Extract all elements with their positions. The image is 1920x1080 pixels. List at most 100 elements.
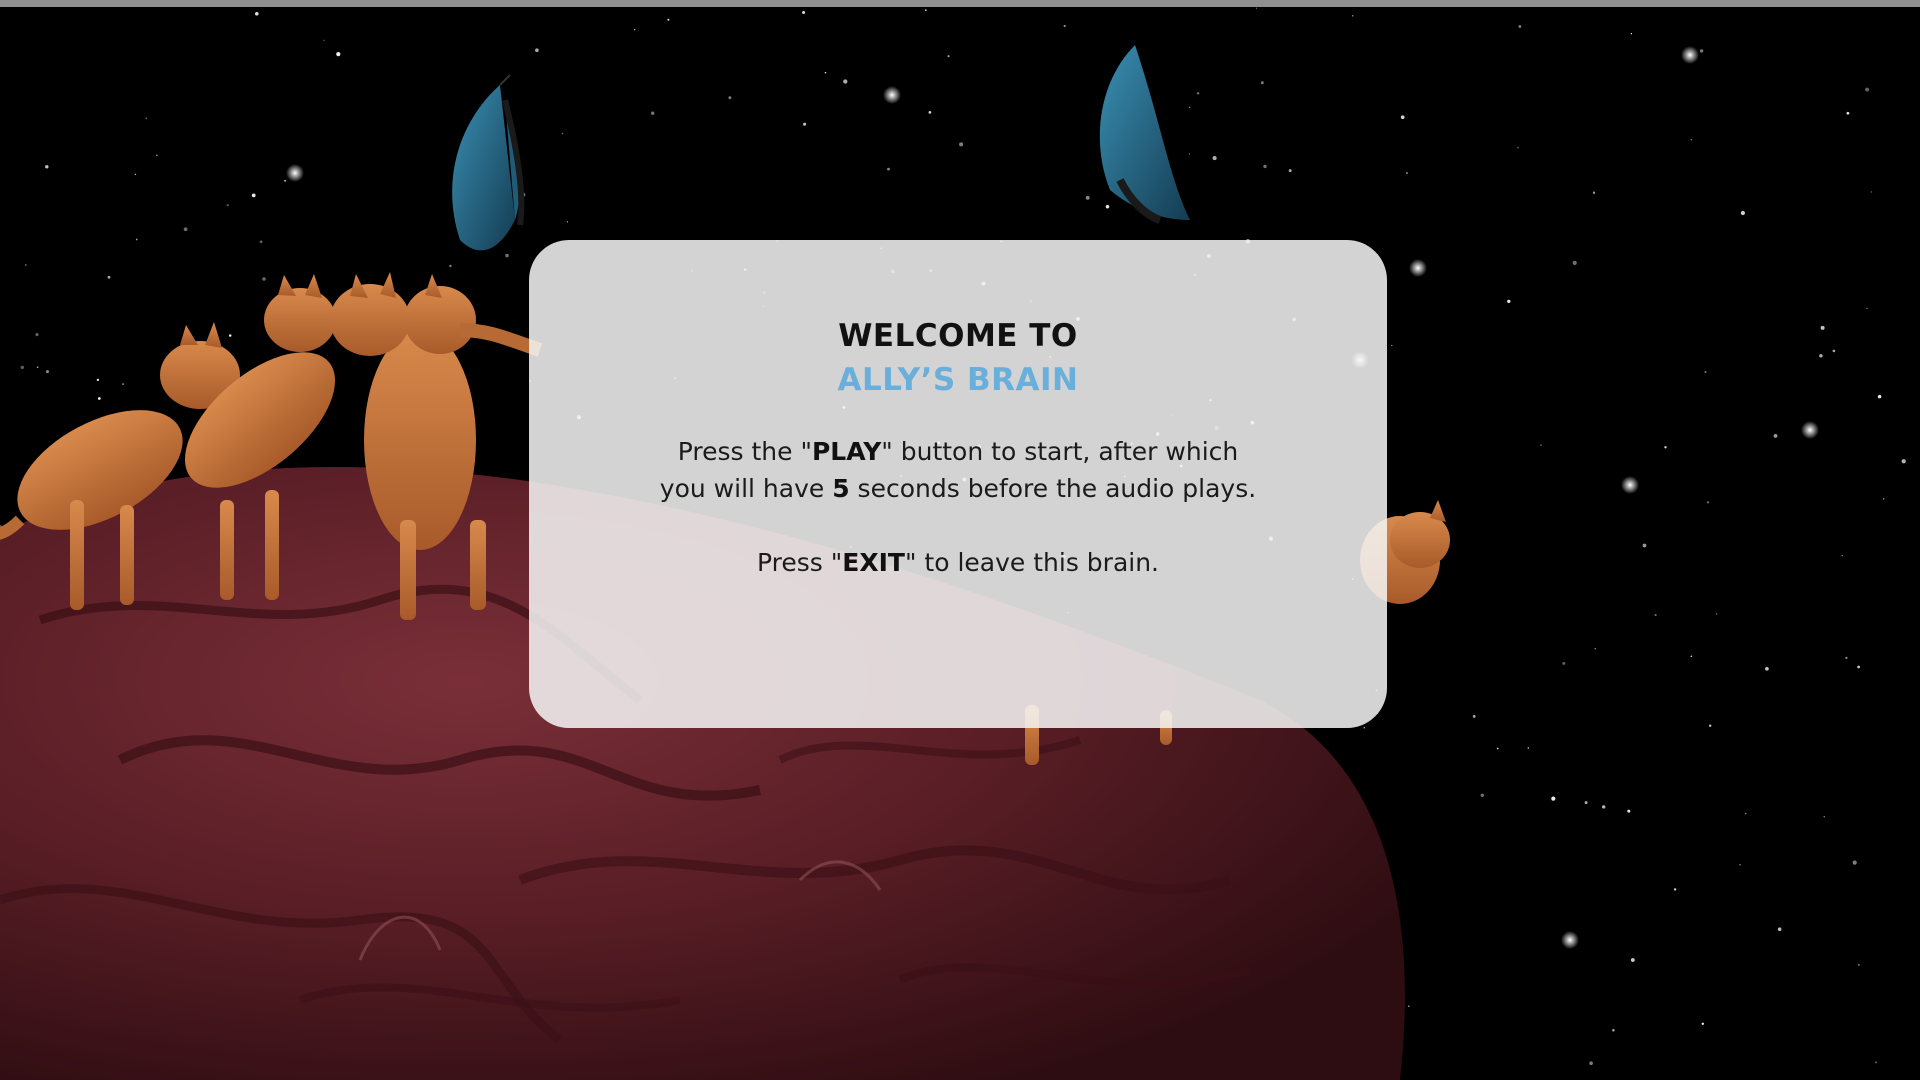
star — [505, 253, 509, 258]
star — [1773, 433, 1778, 438]
star — [45, 165, 49, 169]
bright-star — [1681, 46, 1699, 64]
star — [262, 277, 266, 281]
star — [1877, 394, 1882, 399]
star — [1823, 815, 1826, 818]
instruction-play: Press the "PLAY" button to start, after … — [677, 437, 1239, 466]
star — [1612, 1028, 1615, 1032]
star — [1739, 864, 1741, 866]
star — [1901, 459, 1906, 464]
star — [1664, 446, 1667, 449]
star — [803, 122, 807, 126]
star — [1709, 724, 1712, 727]
star — [135, 238, 138, 241]
star — [1351, 14, 1354, 17]
star — [1188, 106, 1191, 109]
star — [1085, 195, 1090, 200]
star — [667, 18, 670, 21]
star — [561, 132, 564, 135]
star — [1865, 87, 1870, 92]
star — [1196, 92, 1200, 95]
star — [1408, 1005, 1410, 1007]
star — [1472, 715, 1476, 718]
star — [251, 193, 256, 198]
star — [1870, 191, 1873, 193]
star — [1572, 260, 1577, 266]
star — [1406, 172, 1408, 174]
star — [887, 167, 890, 171]
instruction-exit: Press "EXIT" to leave this brain. — [757, 548, 1159, 577]
star — [1188, 153, 1191, 155]
star — [1820, 325, 1825, 330]
star — [134, 173, 137, 176]
star — [1540, 444, 1542, 446]
star — [1630, 958, 1635, 962]
star — [1551, 796, 1556, 801]
star — [1592, 191, 1596, 194]
star — [1819, 354, 1823, 358]
star — [1602, 805, 1606, 809]
star — [323, 39, 325, 42]
star — [566, 221, 569, 223]
star — [1704, 371, 1707, 373]
star — [35, 333, 39, 337]
star — [36, 366, 39, 369]
star — [1627, 809, 1631, 813]
star — [226, 204, 229, 207]
star — [1673, 888, 1677, 891]
star — [1654, 614, 1657, 617]
dialog-instructions: Press the "PLAY" button to start, after … — [529, 433, 1387, 581]
star — [1518, 25, 1522, 28]
star — [634, 29, 636, 31]
star — [145, 117, 148, 120]
star — [107, 275, 111, 279]
title-welcome-to: WELCOME TO — [838, 318, 1078, 354]
star — [1715, 613, 1718, 615]
welcome-dialog: WELCOME TO ALLY’S BRAIN Press the "PLAY"… — [529, 240, 1387, 728]
star — [1777, 927, 1782, 931]
star — [1260, 81, 1264, 85]
star — [1832, 349, 1836, 353]
star — [1255, 7, 1258, 9]
star — [1594, 648, 1596, 650]
star — [728, 96, 732, 100]
dialog-title: WELCOME TO ALLY’S BRAIN — [529, 314, 1387, 402]
star — [947, 55, 950, 58]
star — [255, 12, 259, 16]
star — [1690, 655, 1693, 658]
star — [1363, 727, 1365, 729]
game-scene: WELCOME TO ALLY’S BRAIN Press the "PLAY"… — [0, 0, 1920, 1080]
star — [1699, 49, 1704, 53]
star — [1642, 543, 1647, 548]
star — [1846, 111, 1850, 115]
bright-star — [1561, 931, 1579, 949]
butterfly — [452, 74, 525, 251]
star — [122, 383, 125, 386]
star — [1063, 24, 1066, 28]
star — [1263, 164, 1267, 169]
star — [959, 142, 964, 147]
top-window-bar — [0, 0, 1920, 7]
star — [535, 48, 539, 53]
star — [45, 370, 50, 374]
star — [1527, 747, 1530, 749]
star — [20, 365, 25, 370]
star — [1852, 860, 1857, 865]
bright-star — [883, 86, 901, 104]
star — [1589, 1061, 1593, 1066]
star — [1391, 344, 1393, 347]
countdown-seconds: 5 — [832, 474, 850, 503]
star — [1105, 204, 1110, 209]
star — [1584, 801, 1588, 805]
star — [1845, 656, 1848, 660]
star — [1857, 963, 1860, 966]
star — [1701, 1022, 1705, 1026]
star — [1690, 138, 1693, 141]
star — [1857, 665, 1860, 669]
star — [1874, 1061, 1878, 1064]
star — [651, 111, 655, 115]
bright-star — [1409, 259, 1427, 277]
star — [924, 9, 927, 11]
title-brain-name: ALLY’S BRAIN — [837, 362, 1079, 398]
star — [449, 264, 452, 268]
